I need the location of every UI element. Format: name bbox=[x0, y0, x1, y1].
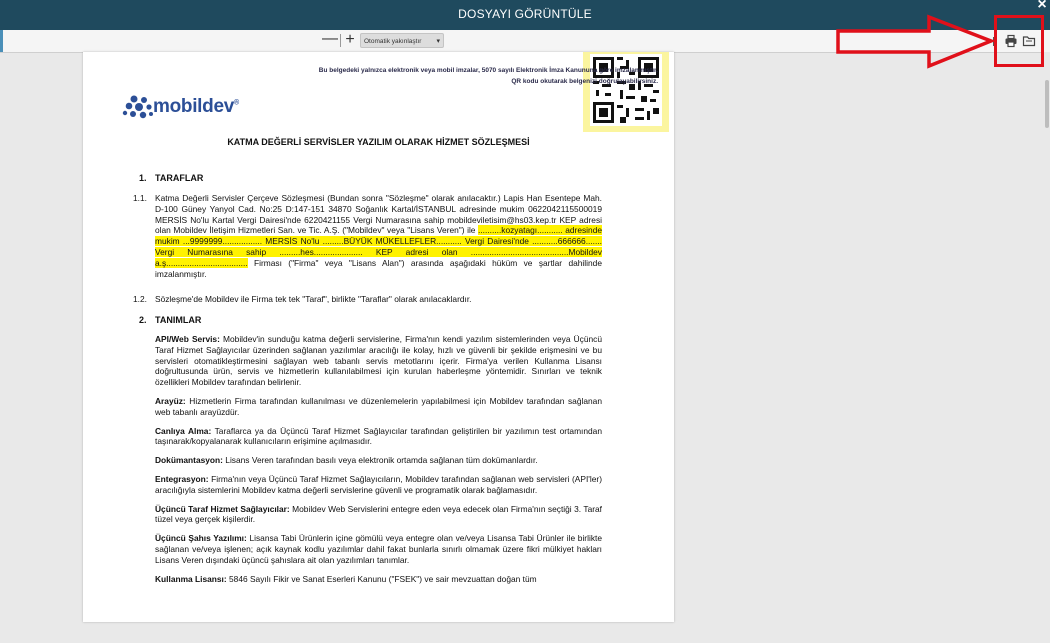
definitions-list: API/Web Servis: Mobildev'in sunduğu katm… bbox=[155, 334, 602, 592]
definition-item: Dokümantasyon: Lisans Veren tarafından b… bbox=[155, 455, 538, 466]
zoom-select[interactable]: Otomatik yakınlaştır ▾ bbox=[360, 33, 444, 48]
section-title: TANIMLAR bbox=[155, 315, 202, 325]
definition-item: API/Web Servis: Mobildev'in sunduğu katm… bbox=[155, 334, 603, 388]
paragraph-number: 1.1. bbox=[133, 193, 147, 203]
definition-item: Üçüncü Taraf Hizmet Sağlayıcılar: Mobild… bbox=[155, 503, 603, 525]
document-page: Bu belgedeki yalnızca elektronik veya mo… bbox=[83, 52, 674, 622]
zoom-out-button[interactable]: — bbox=[322, 31, 338, 48]
parties-paragraph: Katma Değerli Servisler Çerçeve Sözleşme… bbox=[155, 193, 603, 279]
definition-item: Üçüncü Şahıs Yazılımı: Lisansa Tabi Ürün… bbox=[155, 533, 602, 565]
sidebar-toggle-strip[interactable] bbox=[0, 30, 3, 52]
definition-item: Arayüz: Hizmetlerin Firma tarafından kul… bbox=[155, 395, 602, 417]
annotation-highlight-box bbox=[994, 15, 1044, 67]
chevron-down-icon: ▾ bbox=[436, 38, 440, 45]
scrollbar-thumb[interactable] bbox=[1045, 80, 1049, 128]
toolbar-divider bbox=[340, 34, 341, 47]
definition-item: Kullanma Lisansı: 5846 Sayılı Fikir ve S… bbox=[155, 573, 537, 584]
zoom-select-value: Otomatik yakınlaştır bbox=[364, 38, 422, 45]
section-title: TARAFLAR bbox=[155, 173, 204, 183]
section-number: 1. bbox=[139, 173, 147, 183]
close-icon[interactable]: × bbox=[1034, 0, 1050, 14]
paragraph-number: 1.2. bbox=[133, 294, 147, 304]
logo-wordmark: mobildev® bbox=[153, 96, 239, 117]
vertical-scrollbar[interactable] bbox=[1044, 52, 1050, 643]
section-number: 2. bbox=[139, 315, 147, 325]
annotation-arrow bbox=[836, 14, 995, 69]
zoom-in-button[interactable]: + bbox=[342, 32, 358, 48]
parties-paragraph-2: Sözleşme'de Mobildev ile Firma tek tek "… bbox=[155, 294, 472, 304]
document-title: KATMA DEĞERLİ SERVİSLER YAZILIM OLARAK H… bbox=[227, 137, 530, 147]
definition-item: Canlıya Alma: Taraflarca ya da Üçüncü Ta… bbox=[155, 425, 602, 447]
definition-item: Entegrasyon: Firma'nın veya Üçüncü Taraf… bbox=[155, 473, 602, 495]
e-signature-note: Bu belgedeki yalnızca elektronik veya mo… bbox=[318, 67, 658, 85]
